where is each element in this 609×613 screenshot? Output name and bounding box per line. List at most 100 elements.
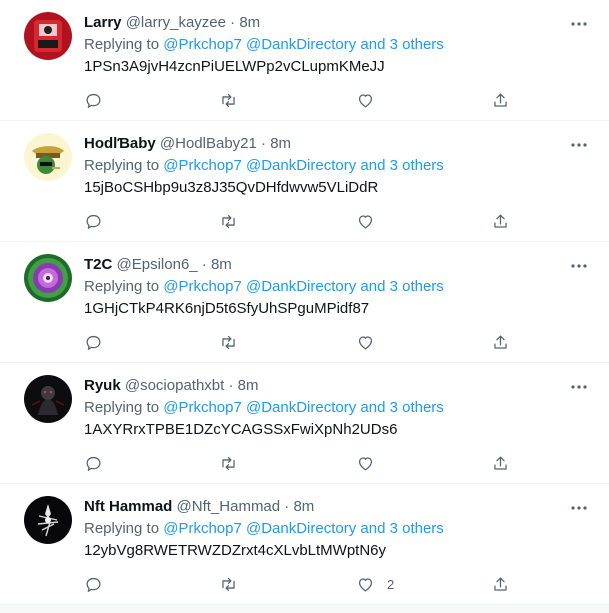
more-icon[interactable] <box>569 14 589 34</box>
tweet-actions <box>84 452 514 474</box>
tweet[interactable]: HodlƁaby @HodlBaby21 · 8m Replying to @P… <box>0 121 609 242</box>
like-button[interactable]: 2 <box>356 573 394 595</box>
reply-icon <box>86 93 101 108</box>
reply-button[interactable] <box>84 89 103 111</box>
replying-to-users-link[interactable]: @Prkchop7 @DankDirectory and 3 others <box>163 520 444 537</box>
timestamp[interactable]: 8m <box>238 377 259 394</box>
share-icon <box>494 335 507 349</box>
like-button[interactable] <box>356 210 387 232</box>
timestamp[interactable]: 8m <box>270 135 291 152</box>
separator-dot: · <box>228 377 234 394</box>
share-button[interactable] <box>491 331 510 353</box>
retweet-icon <box>222 456 235 470</box>
tweet-header: Larry @larry_kayzee · 8m <box>84 13 260 33</box>
tweet[interactable]: T2C @Epsilon6_ · 8m Replying to @Prkchop… <box>0 242 609 363</box>
user-handle[interactable]: @HodlBaby21 <box>160 135 257 152</box>
timeline-feed: Larry @larry_kayzee · 8m Replying to @Pr… <box>0 0 609 613</box>
reply-button[interactable] <box>84 573 103 595</box>
reply-button[interactable] <box>84 331 103 353</box>
timestamp[interactable]: 8m <box>293 498 314 515</box>
replying-to: Replying to @Prkchop7 @DankDirectory and… <box>84 277 444 297</box>
retweet-button[interactable] <box>219 331 238 353</box>
retweet-icon <box>222 577 235 591</box>
separator-dot: · <box>284 498 290 515</box>
retweet-button[interactable] <box>219 210 238 232</box>
like-button[interactable] <box>356 331 387 353</box>
tweet-actions <box>84 331 514 353</box>
tweet-header: HodlƁaby @HodlBaby21 · 8m <box>84 134 291 154</box>
user-handle[interactable]: @Nft_Hammad <box>177 498 281 515</box>
display-name[interactable]: Ryuk <box>84 377 121 394</box>
reply-button[interactable] <box>84 210 103 232</box>
replying-to: Replying to @Prkchop7 @DankDirectory and… <box>84 398 444 418</box>
replying-to-label: Replying to <box>84 278 164 295</box>
heart-icon <box>358 577 373 591</box>
share-icon <box>494 456 507 470</box>
avatar[interactable] <box>24 133 72 181</box>
timestamp[interactable]: 8m <box>211 256 232 273</box>
avatar[interactable] <box>24 375 72 423</box>
separator-dot: · <box>261 135 267 152</box>
replying-to-label: Replying to <box>84 399 164 416</box>
share-button[interactable] <box>491 210 510 232</box>
retweet-button[interactable] <box>219 452 238 474</box>
display-name[interactable]: T2C <box>84 256 112 273</box>
like-button[interactable] <box>356 89 387 111</box>
share-button[interactable] <box>491 452 510 474</box>
tweet[interactable]: Ryuk @sociopathxbt · 8m Replying to @Prk… <box>0 363 609 484</box>
avatar-image <box>24 12 72 60</box>
timestamp[interactable]: 8m <box>239 14 260 31</box>
retweet-icon <box>222 93 235 107</box>
replying-to-label: Replying to <box>84 157 164 174</box>
display-name[interactable]: HodlƁaby <box>84 135 156 152</box>
tweet-text: 1GHjCTkP4RK6njD5t6SfyUhSPguMPidf87 <box>84 300 370 317</box>
replying-to-label: Replying to <box>84 520 164 537</box>
more-icon[interactable] <box>569 135 589 155</box>
avatar[interactable] <box>24 496 72 544</box>
tweet[interactable]: Larry @larry_kayzee · 8m Replying to @Pr… <box>0 0 609 121</box>
retweet-button[interactable] <box>219 89 238 111</box>
user-handle[interactable]: @Epsilon6_ <box>117 256 198 273</box>
retweet-icon <box>222 214 235 228</box>
more-icon[interactable] <box>569 498 589 518</box>
avatar-image <box>24 496 72 544</box>
replying-to: Replying to @Prkchop7 @DankDirectory and… <box>84 35 444 55</box>
reply-icon <box>86 456 101 471</box>
tweet-text: 1AXYRrxTPBE1DZcYCAGSSxFwiXpNh2UDs6 <box>84 421 398 438</box>
replying-to-users-link[interactable]: @Prkchop7 @DankDirectory and 3 others <box>163 399 444 416</box>
tweet-header: T2C @Epsilon6_ · 8m <box>84 255 232 275</box>
share-icon <box>494 93 507 107</box>
retweet-button[interactable] <box>219 573 238 595</box>
separator-dot: · <box>230 14 236 31</box>
tweet-text: 15jBoCSHbp9u3z8J35QvDHfdwvw5VLiDdR <box>84 179 379 196</box>
user-handle[interactable]: @sociopathxbt <box>125 377 224 394</box>
reply-icon <box>86 577 101 592</box>
replying-to-users-link[interactable]: @Prkchop7 @DankDirectory and 3 others <box>163 157 444 174</box>
reply-icon <box>86 335 101 350</box>
heart-icon <box>358 335 373 349</box>
avatar[interactable] <box>24 254 72 302</box>
heart-icon <box>358 456 373 470</box>
more-icon[interactable] <box>569 377 589 397</box>
display-name[interactable]: Larry <box>84 14 122 31</box>
replying-to-users-link[interactable]: @Prkchop7 @DankDirectory and 3 others <box>163 36 444 53</box>
tweet-actions <box>84 89 514 111</box>
avatar[interactable] <box>24 12 72 60</box>
more-icon[interactable] <box>569 256 589 276</box>
share-button[interactable] <box>491 573 510 595</box>
reply-icon <box>86 214 101 229</box>
display-name[interactable]: Nft Hammad <box>84 498 172 515</box>
share-button[interactable] <box>491 89 510 111</box>
replying-to: Replying to @Prkchop7 @DankDirectory and… <box>84 156 444 176</box>
replying-to-users-link[interactable]: @Prkchop7 @DankDirectory and 3 others <box>163 278 444 295</box>
user-handle[interactable]: @larry_kayzee <box>126 14 226 31</box>
retweet-icon <box>222 335 235 349</box>
replying-to-label: Replying to <box>84 36 164 53</box>
tweet-header: Nft Hammad @Nft_Hammad · 8m <box>84 497 314 517</box>
share-icon <box>494 214 507 228</box>
reply-button[interactable] <box>84 452 103 474</box>
separator-dot: · <box>201 256 207 273</box>
like-button[interactable] <box>356 452 387 474</box>
tweet[interactable]: Nft Hammad @Nft_Hammad · 8m Replying to … <box>0 484 609 604</box>
avatar-image <box>24 375 72 423</box>
